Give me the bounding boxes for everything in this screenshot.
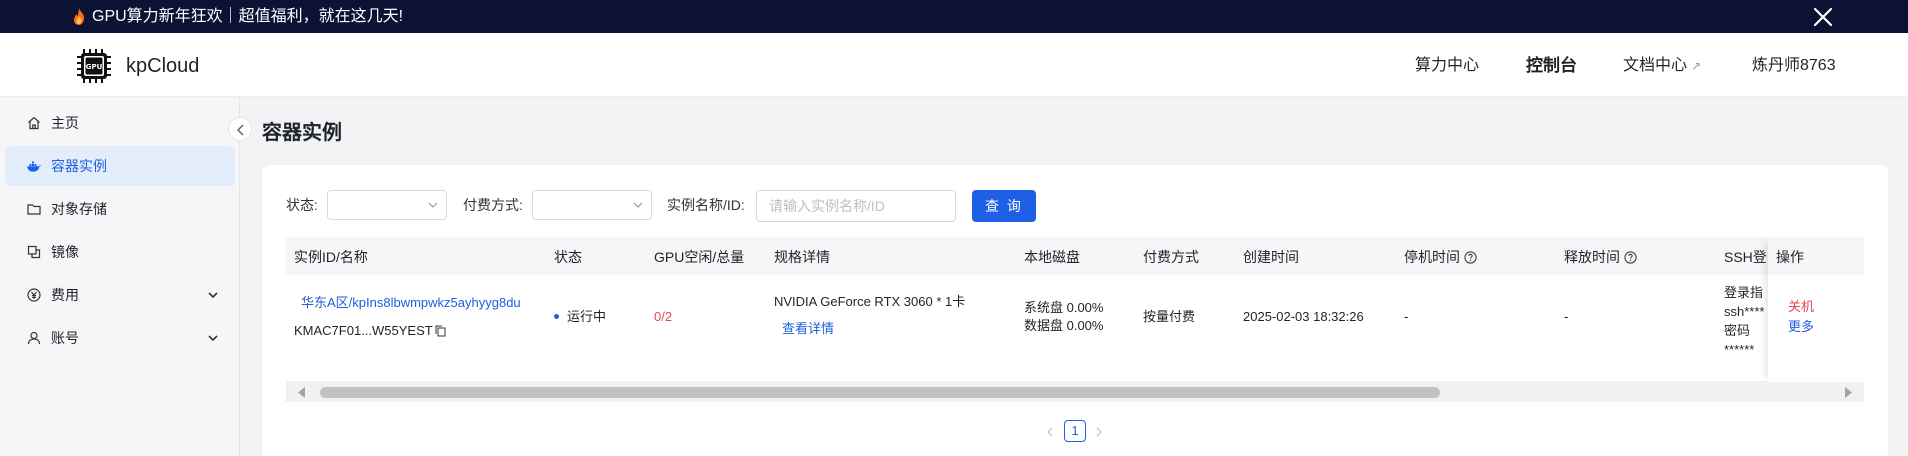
external-link-icon: ↗ bbox=[1691, 59, 1702, 73]
instances-card: 状态: 付费方式: 实例名称/ID: 查 询 实例ID/名称 状态 GPU空闲/… bbox=[262, 165, 1888, 456]
instance-id: KMAC7F01...W55YEST bbox=[294, 322, 446, 340]
th-gpu: GPU空闲/总量 bbox=[654, 249, 745, 265]
scroll-right-arrow-icon[interactable] bbox=[1844, 387, 1852, 398]
sidebar-item-label: 容器实例 bbox=[51, 158, 107, 174]
chevron-down-icon bbox=[208, 335, 218, 342]
sidebar-item-images[interactable]: 镜像 bbox=[5, 232, 235, 272]
spec-detail-link[interactable]: 查看详情 bbox=[782, 320, 834, 338]
th-created: 创建时间 bbox=[1243, 249, 1299, 265]
gpu-usage: 0/2 bbox=[654, 309, 673, 324]
th-spec: 规格详情 bbox=[774, 249, 830, 265]
top-header: GPU kpCloud 算力中心 控制台 文档中心 ↗ 炼丹师8763 bbox=[0, 33, 1908, 97]
sidebar-item-container-instances[interactable]: 容器实例 bbox=[5, 146, 235, 186]
sidebar-collapse-button[interactable] bbox=[228, 117, 252, 141]
sidebar-item-home[interactable]: 主页 bbox=[5, 103, 235, 143]
pay-filter-label: 付费方式: bbox=[463, 197, 523, 213]
chevron-left-icon bbox=[236, 124, 244, 136]
instances-table: 实例ID/名称 状态 GPU空闲/总量 规格详情 本地磁盘 付费方式 创建时间 … bbox=[286, 237, 1864, 382]
sidebar-item-billing[interactable]: 费用 bbox=[5, 275, 235, 315]
scroll-left-arrow-icon[interactable] bbox=[298, 387, 306, 398]
th-stop-label: 停机时间 bbox=[1404, 249, 1460, 265]
gpu-chip-logo-icon[interactable]: GPU bbox=[75, 47, 113, 85]
operations-column: 操作 关机 更多 bbox=[1768, 237, 1864, 382]
sidebar: 主页 容器实例 对象存储 镜像 费用 账号 bbox=[0, 97, 240, 456]
pagination-page[interactable]: 1 bbox=[1064, 420, 1086, 442]
ssh-column: SSH登 登录指 ssh**** 密码 ****** bbox=[1466, 237, 1768, 382]
th-ssh: SSH登 bbox=[1724, 249, 1767, 265]
nav-docs-center[interactable]: 文档中心 ↗ bbox=[1623, 55, 1701, 77]
th-pay: 付费方式 bbox=[1143, 249, 1199, 265]
svg-text:GPU: GPU bbox=[86, 63, 103, 71]
sidebar-item-account[interactable]: 账号 bbox=[5, 318, 235, 358]
instance-name-link[interactable]: 华东A区/kpIns8lbwmpwkz5ayhyyg8du bbox=[301, 294, 521, 312]
nav-console[interactable]: 控制台 bbox=[1526, 55, 1577, 77]
nav-docs-label: 文档中心 bbox=[1623, 57, 1688, 74]
th-disk: 本地磁盘 bbox=[1024, 249, 1080, 265]
status-filter-label: 状态: bbox=[286, 197, 318, 213]
status-dot bbox=[554, 314, 559, 319]
query-button[interactable]: 查 询 bbox=[972, 190, 1036, 222]
ssh-command: ssh**** bbox=[1724, 304, 1765, 319]
docker-whale-icon bbox=[27, 161, 41, 172]
sidebar-item-label: 费用 bbox=[51, 287, 79, 303]
home-icon bbox=[28, 116, 40, 130]
fire-icon bbox=[74, 8, 85, 25]
shutdown-button[interactable]: 关机 bbox=[1788, 298, 1814, 316]
horizontal-scrollbar[interactable] bbox=[286, 382, 1864, 402]
th-status: 状态 bbox=[554, 249, 582, 265]
name-filter-label: 实例名称/ID: bbox=[667, 197, 745, 213]
pagination-next-icon[interactable] bbox=[1095, 427, 1103, 437]
created-time: 2025-02-03 18:32:26 bbox=[1243, 309, 1364, 324]
chevron-down-icon bbox=[208, 292, 218, 299]
ssh-password-label: 密码 bbox=[1724, 323, 1751, 338]
stop-time: - bbox=[1404, 309, 1409, 324]
system-disk-usage: 系统盘 0.00% bbox=[1024, 300, 1104, 315]
promo-banner: GPU算力新年狂欢｜超值福利，就在这几天! bbox=[0, 0, 1908, 33]
data-disk-usage: 数据盘 0.00% bbox=[1024, 318, 1104, 333]
image-copy-icon bbox=[27, 245, 41, 259]
scrollbar-thumb[interactable] bbox=[320, 387, 1440, 398]
nav-compute-center[interactable]: 算力中心 bbox=[1415, 55, 1479, 77]
th-instance-id: 实例ID/名称 bbox=[294, 249, 368, 265]
yen-coin-icon bbox=[27, 288, 41, 302]
user-menu[interactable]: 炼丹师8763 bbox=[1752, 55, 1836, 77]
status-cell: 运行中 bbox=[554, 308, 606, 326]
pay-method-select[interactable] bbox=[532, 190, 652, 220]
instance-search-input[interactable] bbox=[756, 190, 956, 222]
sidebar-item-label: 对象存储 bbox=[51, 201, 107, 217]
sidebar-item-object-storage[interactable]: 对象存储 bbox=[5, 189, 235, 229]
th-operations: 操作 bbox=[1776, 249, 1804, 265]
banner-text: GPU算力新年狂欢｜超值福利，就在这几天! bbox=[92, 8, 404, 25]
sidebar-item-label: 镜像 bbox=[51, 244, 79, 260]
app-logo-text[interactable]: kpCloud bbox=[126, 54, 199, 78]
close-icon[interactable] bbox=[1812, 6, 1834, 28]
more-button[interactable]: 更多 bbox=[1788, 318, 1814, 336]
ssh-login-label: 登录指 bbox=[1724, 285, 1764, 300]
copy-icon[interactable] bbox=[435, 325, 446, 337]
sidebar-item-label: 主页 bbox=[51, 115, 79, 131]
pagination-prev-icon[interactable] bbox=[1046, 427, 1054, 437]
pay-method: 按量付费 bbox=[1143, 309, 1196, 324]
page-title: 容器实例 bbox=[262, 122, 342, 144]
spec-text: NVIDIA GeForce RTX 3060 * 1卡 bbox=[774, 294, 966, 309]
instance-id-text: KMAC7F01...W55YEST bbox=[294, 323, 433, 338]
chevron-down-icon bbox=[428, 202, 438, 208]
folder-icon bbox=[27, 204, 41, 215]
chevron-down-icon bbox=[633, 202, 643, 208]
ssh-password: ****** bbox=[1724, 342, 1755, 357]
user-icon bbox=[27, 331, 41, 345]
status-select[interactable] bbox=[327, 190, 447, 220]
status-text: 运行中 bbox=[567, 309, 607, 324]
sidebar-item-label: 账号 bbox=[51, 330, 79, 346]
